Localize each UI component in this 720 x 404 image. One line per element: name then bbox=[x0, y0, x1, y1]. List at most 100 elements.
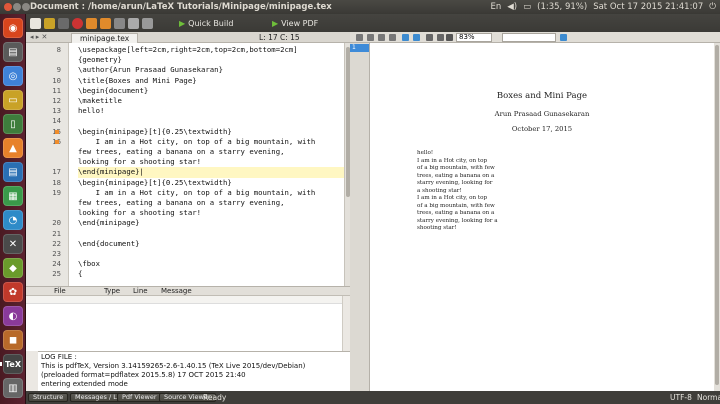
code-line[interactable]: {geometry} bbox=[78, 55, 344, 65]
line-number: 8 bbox=[56, 45, 61, 54]
structure-button[interactable]: Structure bbox=[28, 393, 69, 402]
system-tray: En ◀) ▭ (1:35, 91%) Sat Oct 17 2015 21:4… bbox=[491, 0, 717, 14]
cut-icon[interactable] bbox=[114, 17, 125, 29]
quick-build-button[interactable]: ▶ Quick Build bbox=[179, 17, 233, 29]
keyboard-indicator[interactable]: En bbox=[491, 0, 502, 14]
page-thumb-1[interactable]: 1 bbox=[350, 44, 369, 52]
code-line[interactable]: \end{minipage} bbox=[78, 218, 344, 228]
code-line[interactable]: { bbox=[78, 269, 344, 279]
next-page-icon[interactable] bbox=[378, 34, 385, 41]
folder-icon[interactable]: ▭ bbox=[3, 90, 23, 110]
tools-icon[interactable]: ✕ bbox=[3, 234, 23, 254]
messages-list[interactable] bbox=[38, 304, 338, 350]
zoom-out-icon[interactable] bbox=[426, 34, 433, 41]
code-line[interactable] bbox=[78, 116, 344, 126]
copy-icon[interactable] bbox=[128, 17, 139, 29]
code-line[interactable]: looking for a shooting star! bbox=[78, 157, 344, 167]
code-line[interactable]: hello! bbox=[78, 106, 344, 116]
code-line[interactable]: \end{minipage}| bbox=[78, 167, 344, 178]
maximize-window-icon[interactable] bbox=[22, 3, 30, 11]
code-line[interactable]: \begin{minipage}[t]{0.25\textwidth} bbox=[78, 178, 344, 188]
minimize-window-icon[interactable] bbox=[13, 3, 21, 11]
pdf-viewer-button[interactable]: Pdf Viewer bbox=[117, 393, 162, 402]
run-arrow-icon: ▶ bbox=[179, 18, 186, 28]
code-line[interactable]: \fbox bbox=[78, 259, 344, 269]
messages-scrollbar[interactable] bbox=[342, 296, 350, 352]
messages-empty-row[interactable] bbox=[26, 296, 350, 304]
line-number: 17 bbox=[52, 167, 61, 177]
forward-icon[interactable] bbox=[413, 34, 420, 41]
pdf-toolbar: 83% bbox=[350, 32, 720, 43]
new-file-icon[interactable] bbox=[30, 17, 41, 29]
fit-page-icon[interactable] bbox=[446, 34, 453, 41]
code-line[interactable]: I am in a Hot city, on top of a big moun… bbox=[78, 188, 344, 198]
battery-status[interactable]: (1:35, 91%) bbox=[537, 0, 587, 14]
encoding-indicator[interactable]: UTF-8 bbox=[670, 391, 692, 404]
power-icon[interactable]: ⏻ bbox=[709, 0, 716, 14]
tab-nav-icon[interactable]: ◂ ▸ ✕ bbox=[30, 33, 47, 41]
code-editor[interactable]: 8910111213141516171819202122232425 \usep… bbox=[26, 43, 344, 286]
writer-icon[interactable]: ▤ bbox=[3, 162, 23, 182]
calc-icon[interactable]: ▦ bbox=[3, 186, 23, 206]
trash-icon[interactable]: ▥ bbox=[3, 378, 23, 398]
pdf-page[interactable]: Boxes and Mini Page Arun Prasaad Gunasek… bbox=[370, 43, 714, 391]
close-window-icon[interactable] bbox=[4, 3, 12, 11]
last-page-icon[interactable] bbox=[389, 34, 396, 41]
code-line[interactable]: I am in a Hot city, on top of a big moun… bbox=[78, 137, 344, 147]
code-line[interactable] bbox=[78, 229, 344, 239]
pdf-body-line: trees, eating a banana on a bbox=[417, 172, 495, 179]
terminal-icon[interactable]: ▯ bbox=[3, 114, 23, 134]
dash-icon[interactable]: ◉ bbox=[3, 18, 23, 38]
files-icon[interactable]: ▤ bbox=[3, 42, 23, 62]
paste-icon[interactable] bbox=[142, 17, 153, 29]
tab-minipage[interactable]: minipage.tex bbox=[71, 33, 139, 43]
previous-page-icon[interactable] bbox=[367, 34, 374, 41]
zoom-in-icon[interactable] bbox=[437, 34, 444, 41]
close-file-icon[interactable] bbox=[72, 17, 83, 29]
bookmark-marker[interactable] bbox=[55, 139, 59, 144]
code-line[interactable]: few trees, eating a banana on a starry e… bbox=[78, 147, 344, 157]
pdf-body-line: starry evening, looking for bbox=[417, 180, 493, 186]
column-line[interactable]: Line bbox=[133, 287, 148, 296]
chromium-icon[interactable]: ◎ bbox=[3, 66, 23, 86]
code-line[interactable]: \usepackage[left=2cm,right=2cm,top=2cm,b… bbox=[78, 45, 344, 55]
pdf-page-strip[interactable]: 1 bbox=[350, 43, 370, 391]
column-message[interactable]: Message bbox=[161, 287, 192, 296]
pdf-scroll-thumb[interactable] bbox=[715, 45, 719, 385]
pdf-scrollbar[interactable] bbox=[714, 43, 720, 391]
first-page-icon[interactable] bbox=[356, 34, 363, 41]
code-line[interactable] bbox=[78, 249, 344, 259]
open-file-icon[interactable] bbox=[44, 17, 55, 29]
zoom-select[interactable]: 83% bbox=[456, 33, 492, 42]
pdf-search-input[interactable] bbox=[502, 33, 556, 42]
redo-icon[interactable] bbox=[100, 17, 111, 29]
code-line[interactable]: \begin{document} bbox=[78, 86, 344, 96]
bookmark-marker[interactable] bbox=[55, 129, 59, 134]
code-line[interactable]: few trees, eating a banana on a starry e… bbox=[78, 198, 344, 208]
settings-icon[interactable]: ✿ bbox=[3, 282, 23, 302]
code-line[interactable]: looking for a shooting star! bbox=[78, 208, 344, 218]
battery-icon[interactable]: ▭ bbox=[523, 0, 531, 14]
app-icon[interactable]: ◆ bbox=[3, 258, 23, 278]
volume-icon[interactable]: ◀) bbox=[507, 0, 517, 14]
software-center-icon[interactable]: ◔ bbox=[3, 210, 23, 230]
code-line[interactable]: \end{document} bbox=[78, 239, 344, 249]
code-line[interactable]: \title{Boxes and Mini Page} bbox=[78, 76, 344, 86]
mode-indicator[interactable]: Normal Mode bbox=[697, 391, 720, 404]
find-icon[interactable] bbox=[560, 34, 567, 41]
column-file[interactable]: File bbox=[54, 287, 66, 296]
save-icon[interactable] bbox=[58, 17, 69, 29]
texmaker-icon[interactable]: TeX bbox=[3, 354, 23, 374]
vlc-icon[interactable]: ▲ bbox=[3, 138, 23, 158]
clock[interactable]: Sat Oct 17 2015 21:41:07 bbox=[593, 0, 703, 14]
app-icon-2[interactable]: ◐ bbox=[3, 306, 23, 326]
undo-icon[interactable] bbox=[86, 17, 97, 29]
log-panel[interactable]: LOG FILE : This is pdfTeX, Version 3.141… bbox=[38, 351, 350, 391]
app-icon-3[interactable]: ◼ bbox=[3, 330, 23, 350]
code-line[interactable]: \begin{minipage}[t]{0.25\textwidth} bbox=[78, 127, 344, 137]
view-pdf-button[interactable]: ▶ View PDF bbox=[272, 17, 318, 29]
column-type[interactable]: Type bbox=[104, 287, 120, 296]
code-line[interactable]: \author{Arun Prasaad Gunasekaran} bbox=[78, 65, 344, 75]
back-icon[interactable] bbox=[402, 34, 409, 41]
code-line[interactable]: \maketitle bbox=[78, 96, 344, 106]
